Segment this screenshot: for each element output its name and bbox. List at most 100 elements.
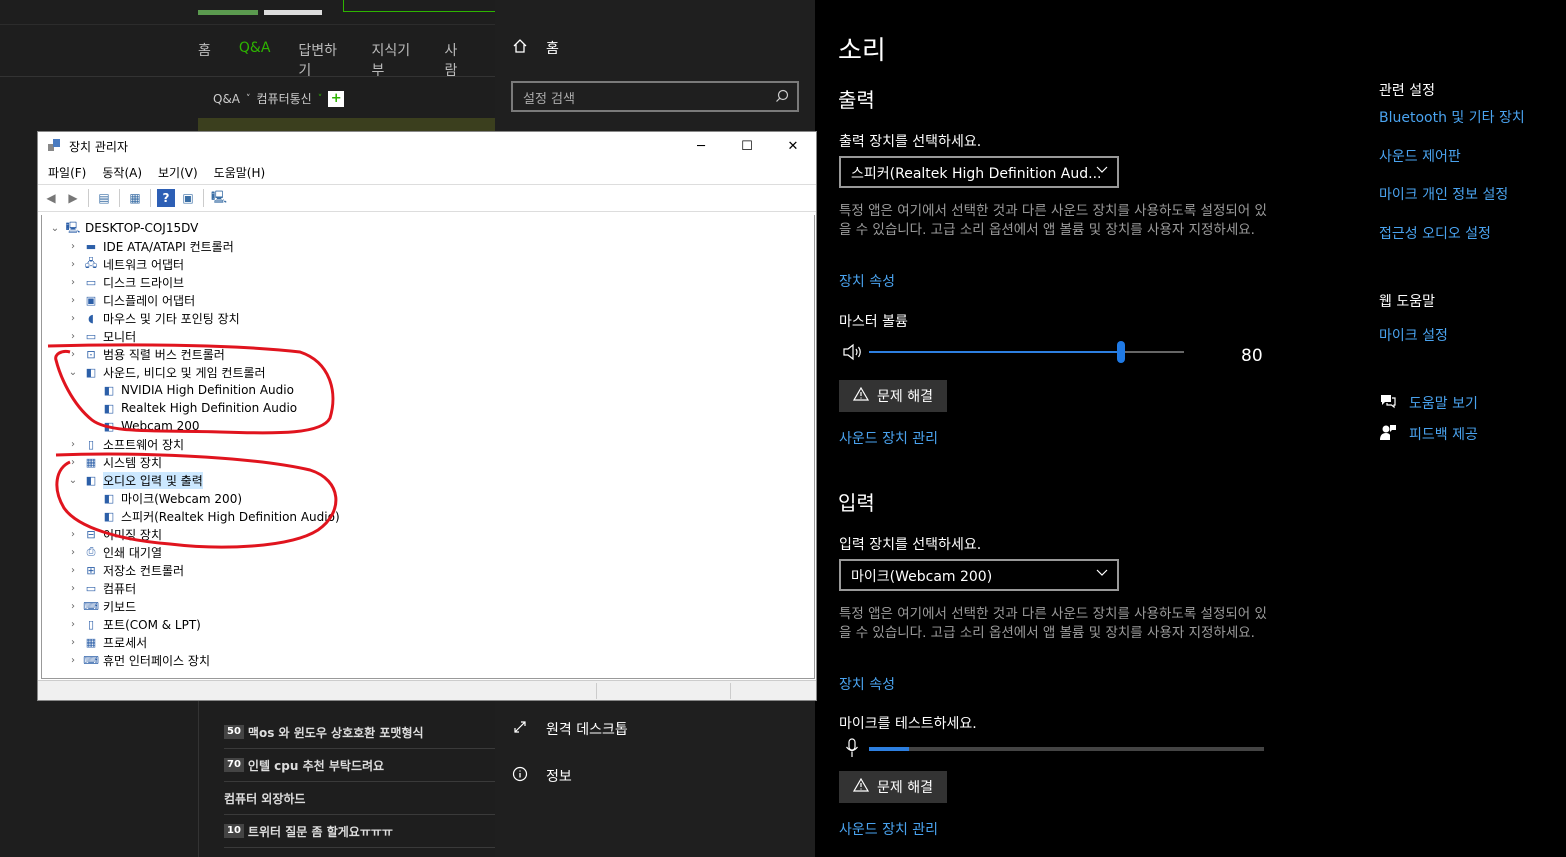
tree-category[interactable]: › ⊞ 저장소 컨트롤러 (66, 561, 184, 579)
tree-category[interactable]: › ▭ 컴퓨터 (66, 579, 136, 597)
menu-view[interactable]: 보기(V) (158, 164, 198, 181)
output-manage-devices-link[interactable]: 사운드 장치 관리 (839, 428, 938, 448)
speaker-icon[interactable] (842, 343, 864, 365)
expand-icon[interactable]: › (66, 619, 80, 630)
tab-donate[interactable]: 지식기부 (371, 40, 416, 80)
tab-people[interactable]: 사람 (444, 40, 467, 80)
tree-category[interactable]: ⌄ ◧ 사운드, 비디오 및 게임 컨트롤러 (66, 363, 266, 381)
output-device-dropdown[interactable]: 스피커(Realtek High Definition Aud... (839, 156, 1119, 188)
tree-category[interactable]: › ▭ 모니터 (66, 327, 136, 345)
console-icon[interactable]: ▣ (179, 189, 197, 207)
title-bar[interactable]: 장치 관리자 ─ ☐ ✕ (38, 132, 816, 160)
collapse-icon[interactable]: ⌄ (66, 367, 80, 378)
list-item[interactable]: 컴퓨터 외장하드 (224, 782, 495, 815)
add-interest-button[interactable]: + (328, 90, 345, 107)
menu-file[interactable]: 파일(F) (48, 164, 86, 181)
question-title[interactable]: 인텔 cpu 추천 부탁드려요 (248, 757, 384, 774)
question-title[interactable]: 맥os 와 윈도우 상호호환 포맷형식 (248, 724, 424, 741)
list-item[interactable]: 70 인텔 cpu 추천 부탁드려요 (224, 749, 495, 782)
tree-category[interactable]: › ▯ 소프트웨어 장치 (66, 435, 184, 453)
question-title[interactable]: 컴퓨터 외장하드 (224, 790, 305, 807)
feedback-link[interactable]: 피드백 제공 (1379, 423, 1478, 445)
expand-icon[interactable]: › (66, 601, 80, 612)
question-title[interactable]: 트위터 질문 좀 할게요ㅠㅠㅠ (248, 823, 393, 840)
tab-qna[interactable]: Q&A (239, 40, 271, 80)
help-icon[interactable]: ? (157, 189, 175, 207)
expand-icon[interactable]: › (66, 529, 80, 540)
tree-device[interactable]: ◧ NVIDIA High Definition Audio (84, 381, 294, 399)
output-device-properties-link[interactable]: 장치 속성 (839, 271, 895, 291)
expand-icon[interactable]: › (66, 349, 80, 360)
expand-icon[interactable]: › (66, 637, 80, 648)
tree-category[interactable]: › ⊡ 범용 직렬 버스 컨트롤러 (66, 345, 225, 363)
tree-category[interactable]: › ⌨ 키보드 (66, 597, 136, 615)
tree-device[interactable]: ◧ 마이크(Webcam 200) (84, 489, 242, 507)
tree-category[interactable]: › ⊟ 이미징 장치 (66, 525, 162, 543)
tree-device[interactable]: ◧ Realtek High Definition Audio (84, 399, 297, 417)
expand-icon[interactable]: › (66, 457, 80, 468)
expand-icon[interactable]: › (66, 313, 80, 324)
settings-search-input[interactable]: 설정 검색 (511, 81, 799, 112)
expand-icon[interactable]: › (66, 439, 80, 450)
tree-device[interactable]: ◧ Webcam 200 (84, 417, 200, 435)
expand-icon[interactable]: › (66, 331, 80, 342)
forward-icon[interactable]: ▶ (64, 189, 82, 207)
show-hide-tree-icon[interactable]: ▤ (95, 189, 113, 207)
expand-icon[interactable]: › (66, 583, 80, 594)
scan-hardware-icon[interactable]: 🖳 (210, 189, 228, 207)
tree-category[interactable]: › ⎙ 인쇄 대기열 (66, 543, 162, 561)
expand-icon[interactable]: › (66, 259, 80, 270)
nav-remote-desktop[interactable]: 원격 데스크톱 (512, 719, 628, 739)
maximize-button[interactable]: ☐ (724, 132, 770, 160)
device-tree[interactable]: ⌄ 🖳 DESKTOP-COJ15DV › ▬ IDE ATA/ATAPI 컨트롤러 › 🖧 네… (41, 215, 815, 679)
master-volume-slider[interactable] (869, 341, 1184, 363)
settings-home-link[interactable]: 홈 (512, 38, 559, 58)
tree-category[interactable]: › ▣ 디스플레이 어댑터 (66, 291, 195, 309)
breadcrumb-category[interactable]: 컴퓨터통신 (257, 90, 312, 107)
tab-answer[interactable]: 답변하기 (298, 40, 343, 80)
menu-action[interactable]: 동작(A) (102, 164, 142, 181)
tree-category[interactable]: ⌄ ◧ 오디오 입력 및 출력 (66, 471, 203, 489)
tree-device[interactable]: ◧ 스피커(Realtek High Definition Audio) (84, 507, 340, 525)
accessibility-audio-link[interactable]: 접근성 오디오 설정 (1379, 223, 1491, 243)
tree-category[interactable]: › ⌨ 휴먼 인터페이스 장치 (66, 651, 210, 669)
tree-root[interactable]: ⌄ 🖳 DESKTOP-COJ15DV (48, 219, 199, 237)
expand-icon[interactable]: › (66, 547, 80, 558)
mic-setup-link[interactable]: 마이크 설정 (1379, 325, 1448, 345)
input-troubleshoot-button[interactable]: 문제 해결 (839, 771, 947, 803)
menu-help[interactable]: 도움말(H) (214, 164, 266, 181)
naver-logo[interactable] (198, 0, 328, 15)
tree-category[interactable]: › ▬ IDE ATA/ATAPI 컨트롤러 (66, 237, 234, 255)
mic-privacy-link[interactable]: 마이크 개인 정보 설정 (1379, 184, 1508, 204)
tree-category[interactable]: › ▯ 포트(COM & LPT) (66, 615, 201, 633)
expand-icon[interactable]: › (66, 295, 80, 306)
minimize-button[interactable]: ─ (678, 132, 724, 160)
volume-thumb[interactable] (1117, 341, 1125, 363)
tab-home[interactable]: 홈 (198, 40, 211, 80)
get-help-link[interactable]: 도움말 보기 (1379, 392, 1478, 414)
tree-category[interactable]: › ▭ 디스크 드라이브 (66, 273, 184, 291)
tree-category[interactable]: › 🖧 네트워크 어댑터 (66, 255, 184, 273)
tree-category[interactable]: › ◖ 마우스 및 기타 포인팅 장치 (66, 309, 240, 327)
input-device-dropdown[interactable]: 마이크(Webcam 200) (839, 559, 1119, 591)
back-icon[interactable]: ◀ (42, 189, 60, 207)
sound-control-panel-link[interactable]: 사운드 제어판 (1379, 146, 1461, 166)
breadcrumb-qna[interactable]: Q&A (213, 92, 240, 106)
properties-icon[interactable]: ▦ (126, 189, 144, 207)
close-button[interactable]: ✕ (770, 132, 816, 160)
input-manage-devices-link[interactable]: 사운드 장치 관리 (839, 819, 938, 839)
nav-about[interactable]: 정보 (512, 766, 572, 786)
expand-icon[interactable]: › (66, 241, 80, 252)
collapse-icon[interactable]: ⌄ (48, 223, 62, 234)
output-troubleshoot-button[interactable]: 문제 해결 (839, 380, 947, 412)
bluetooth-link[interactable]: Bluetooth 및 기타 장치 (1379, 107, 1525, 127)
expand-icon[interactable]: › (66, 565, 80, 576)
list-item[interactable]: 10 트위터 질문 좀 할게요ㅠㅠㅠ (224, 815, 495, 848)
input-device-properties-link[interactable]: 장치 속성 (839, 674, 895, 694)
tree-category[interactable]: › ▦ 시스템 장치 (66, 453, 162, 471)
list-item[interactable]: 50 맥os 와 윈도우 상호호환 포맷형식 (224, 716, 495, 749)
collapse-icon[interactable]: ⌄ (66, 475, 80, 486)
tree-category[interactable]: › ▦ 프로세서 (66, 633, 147, 651)
expand-icon[interactable]: › (66, 277, 80, 288)
expand-icon[interactable]: › (66, 655, 80, 666)
